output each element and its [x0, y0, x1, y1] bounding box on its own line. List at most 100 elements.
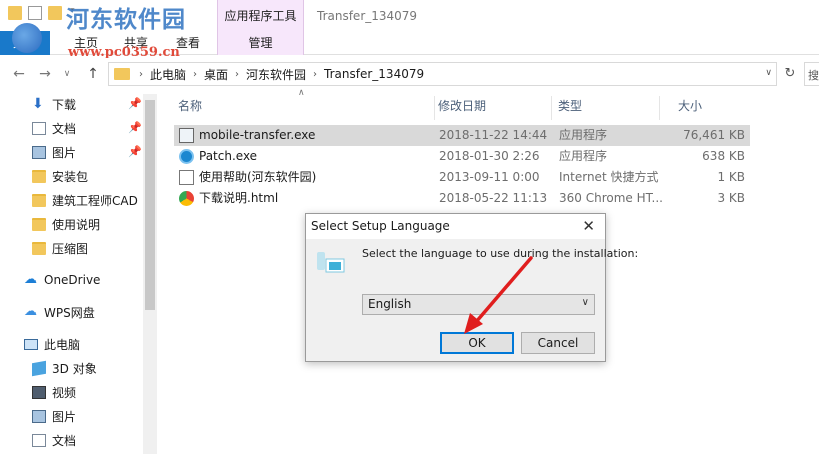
dialog-title: Select Setup Language — [311, 219, 450, 233]
chevron-right-icon[interactable]: › — [232, 69, 242, 80]
file-date: 2018-11-22 14:44 — [439, 128, 548, 142]
navigation-bar: ← → ∨ ↑ › 此电脑 › 桌面 › 河东软件园 › Transfer_13… — [0, 58, 819, 90]
column-header-name[interactable]: 名称 — [160, 96, 435, 120]
up-arrow-icon[interactable]: ↑ — [84, 64, 102, 84]
chevron-right-icon[interactable]: › — [190, 69, 200, 80]
language-select[interactable]: English ∨ — [362, 294, 595, 315]
watermark-logo — [12, 23, 42, 53]
sidebar-item-cad[interactable]: 建筑工程师CAD — [32, 189, 147, 211]
folder-icon — [114, 68, 130, 80]
sidebar-item-label: 此电脑 — [44, 337, 81, 352]
address-bar[interactable]: › 此电脑 › 桌面 › 河东软件园 › Transfer_134079 ∨ — [108, 62, 777, 86]
properties-icon[interactable] — [28, 6, 42, 20]
table-row[interactable]: mobile-transfer.exe 2018-11-22 14:44 应用程… — [174, 125, 750, 146]
breadcrumb-this-pc[interactable]: 此电脑 — [146, 66, 190, 83]
folder-icon — [32, 217, 46, 231]
setup-exe-icon — [179, 128, 194, 143]
scrollbar-thumb[interactable] — [145, 100, 155, 310]
chevron-down-icon: ∨ — [581, 297, 589, 308]
window-title: Transfer_134079 — [317, 9, 418, 23]
sidebar-item-label: WPS网盘 — [44, 305, 95, 320]
html-file-icon — [179, 191, 194, 206]
column-header-type[interactable]: 类型 — [540, 96, 660, 120]
navigation-pane: ⬇ 下载 📌 文档 📌 图片 📌 安装包 建筑工程师CAD 使用说明 压缩图 ☁… — [0, 90, 157, 454]
file-size: 638 KB — [702, 149, 745, 163]
file-type: 应用程序 — [559, 149, 608, 163]
sidebar-item-label: 3D 对象 — [52, 361, 97, 376]
sidebar-item-label: 文档 — [52, 121, 77, 136]
sidebar-item-label: OneDrive — [44, 273, 101, 287]
setup-icon — [317, 252, 345, 273]
picture-icon — [32, 145, 46, 159]
table-row[interactable]: 下载说明.html 2018-05-22 11:13 360 Chrome HT… — [174, 188, 750, 209]
sidebar-item-label: 安装包 — [52, 169, 89, 184]
close-icon[interactable]: ✕ — [582, 217, 595, 235]
address-dropdown-icon[interactable]: ∨ — [765, 68, 772, 78]
chevron-right-icon[interactable]: › — [310, 69, 320, 80]
pin-icon[interactable]: 📌 — [128, 121, 142, 134]
refresh-icon[interactable]: ↻ — [780, 66, 800, 84]
file-size: 1 KB — [717, 170, 745, 184]
breadcrumb-transfer[interactable]: Transfer_134079 — [320, 67, 428, 81]
column-header-date[interactable]: 修改日期 — [420, 96, 552, 120]
computer-icon — [24, 338, 38, 350]
column-header-size[interactable]: 大小 — [660, 96, 740, 120]
file-type: 360 Chrome HT... — [559, 191, 663, 205]
sidebar-item-label: 下载 — [52, 97, 77, 112]
dialog-title-bar[interactable]: Select Setup Language ✕ — [306, 214, 605, 239]
cancel-button[interactable]: Cancel — [521, 332, 595, 354]
sidebar-item-label: 文档 — [52, 433, 77, 448]
download-icon: ⬇ — [32, 95, 44, 112]
3d-objects-icon — [32, 360, 46, 376]
folder-icon — [32, 193, 46, 207]
sidebar-scrollbar[interactable] — [143, 94, 157, 454]
ok-button[interactable]: OK — [440, 332, 514, 354]
sidebar-item-label: 建筑工程师CAD — [52, 193, 138, 208]
setup-language-dialog: Select Setup Language ✕ Select the langu… — [305, 213, 638, 362]
sidebar-item-label: 使用说明 — [52, 217, 101, 232]
internet-shortcut-icon — [179, 170, 194, 185]
sidebar-item-label: 图片 — [52, 145, 77, 160]
table-row[interactable]: 使用帮助(河东软件园) 2013-09-11 0:00 Internet 快捷方… — [174, 167, 750, 188]
file-size: 3 KB — [717, 191, 745, 205]
file-name: Patch.exe — [199, 149, 258, 163]
picture-icon — [32, 409, 46, 423]
file-name: 下载说明.html — [199, 191, 279, 205]
breadcrumb-desktop[interactable]: 桌面 — [200, 66, 232, 83]
chevron-right-icon[interactable]: › — [136, 69, 146, 80]
cloud-icon: ☁ — [24, 271, 37, 287]
cloud-icon: ☁ — [24, 303, 37, 319]
tab-manage[interactable]: 管理 — [217, 31, 304, 55]
sidebar-item-label: 压缩图 — [52, 241, 89, 256]
breadcrumb-hedong[interactable]: 河东软件园 — [242, 66, 310, 83]
folder-icon — [32, 241, 46, 255]
file-type: 应用程序 — [559, 128, 608, 142]
file-name: 使用帮助(河东软件园) — [199, 170, 317, 184]
file-type: Internet 快捷方式 — [559, 170, 659, 184]
patch-exe-icon — [179, 149, 194, 164]
file-size: 76,461 KB — [683, 128, 745, 142]
file-date: 2018-05-22 11:13 — [439, 191, 548, 205]
column-headers: ∧ 名称 修改日期 类型 大小 — [160, 88, 819, 120]
language-select-value: English — [368, 297, 412, 311]
folder-icon — [32, 169, 46, 183]
new-folder-icon[interactable] — [48, 6, 62, 20]
search-input[interactable]: 搜 — [804, 62, 819, 86]
sidebar-item-label: 图片 — [52, 409, 77, 424]
document-icon — [32, 121, 46, 135]
watermark-text: 河东软件园 — [66, 6, 186, 33]
forward-arrow-icon[interactable]: → — [36, 64, 54, 84]
pin-icon[interactable]: 📌 — [128, 97, 142, 110]
table-row[interactable]: Patch.exe 2018-01-30 2:26 应用程序 638 KB — [174, 146, 750, 167]
file-name: mobile-transfer.exe — [199, 128, 316, 142]
pin-icon[interactable]: 📌 — [128, 145, 142, 158]
video-icon — [32, 385, 46, 399]
back-arrow-icon[interactable]: ← — [10, 64, 28, 84]
file-date: 2018-01-30 2:26 — [439, 149, 540, 163]
document-icon — [32, 433, 46, 447]
sidebar-item-label: 视频 — [52, 385, 77, 400]
dialog-message: Select the language to use during the in… — [362, 247, 639, 260]
quick-access-folder-icon[interactable] — [8, 6, 22, 20]
recent-dropdown-icon[interactable]: ∨ — [58, 64, 76, 84]
context-tab-header: 应用程序工具 — [217, 0, 304, 31]
